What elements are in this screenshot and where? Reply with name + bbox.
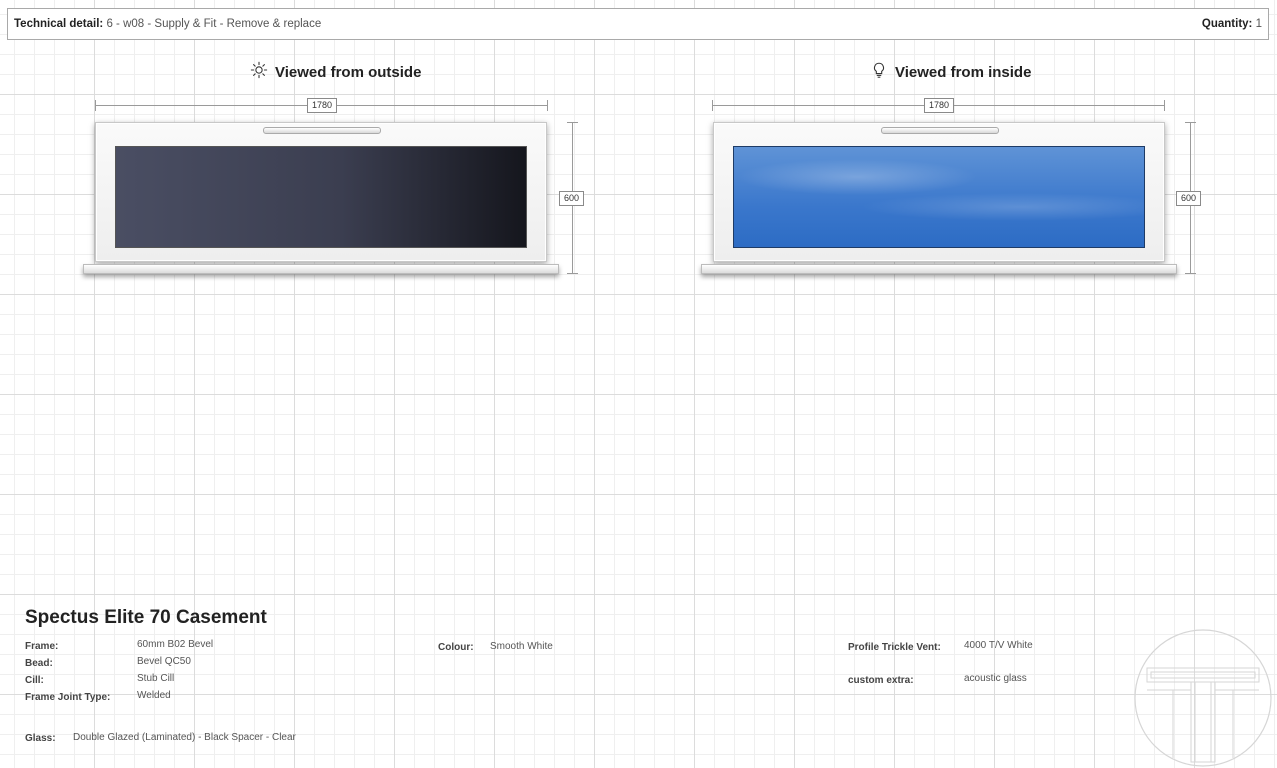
width-dimension-outside: 1780 [95,98,548,113]
quantity-label: Quantity: [1201,18,1253,30]
quantity-value: 1 [1255,18,1262,30]
glass-pane-inside [733,146,1145,248]
view-title-inside-text: Viewed from inside [895,63,1032,81]
width-dimension-inside: 1780 [712,98,1165,113]
width-label-inside: 1780 [924,98,955,113]
window-inside [701,122,1177,274]
spec-colour-label: Colour: [438,642,474,653]
sun-icon [250,61,268,83]
glass-pane-outside [115,146,527,248]
spec-trickle-vent-value: 4000 T/V White [964,640,1033,651]
technical-detail-value: 6 - w08 - Supply & Fit - Remove & replac… [106,18,322,30]
spec-glass-label: Glass: [25,733,56,744]
lightbulb-icon [870,61,888,83]
spec-bead-label: Bead: [25,658,53,669]
product-title: Spectus Elite 70 Casement [25,607,267,628]
width-label-outside: 1780 [307,98,338,113]
spec-glass-value: Double Glazed (Laminated) - Black Spacer… [73,732,296,743]
brand-watermark-logo [1134,629,1272,767]
spec-frame-value: 60mm B02 Bevel [137,639,214,650]
spec-cill-label: Cill: [25,675,44,686]
view-title-outside: Viewed from outside [250,61,421,83]
spec-joint-label: Frame Joint Type: [25,692,111,703]
view-title-inside: Viewed from inside [870,61,1031,83]
trickle-vent [881,127,999,134]
technical-detail: Technical detail: 6 - w08 - Supply & Fit… [14,18,321,30]
view-title-outside-text: Viewed from outside [275,63,422,81]
height-label-inside: 600 [1176,191,1202,206]
spec-cill-value: Stub Cill [137,673,175,684]
spec-colour-value: Smooth White [490,641,553,652]
spec-frame-label: Frame: [25,641,59,652]
spec-custom-extra-value: acoustic glass [964,673,1027,684]
spec-custom-extra-label: custom extra: [848,675,914,686]
window-cill [701,264,1177,274]
spec-bead-value: Bevel QC50 [137,656,191,667]
trickle-vent [263,127,381,134]
window-cill [83,264,559,274]
height-label-outside: 600 [559,191,585,206]
spec-trickle-vent-label: Profile Trickle Vent: [848,642,941,653]
window-outside [83,122,559,274]
quantity: Quantity: 1 [1202,18,1262,30]
technical-detail-bar: Technical detail: 6 - w08 - Supply & Fit… [7,8,1269,40]
spec-joint-value: Welded [137,690,171,701]
technical-detail-label: Technical detail: [14,18,104,30]
